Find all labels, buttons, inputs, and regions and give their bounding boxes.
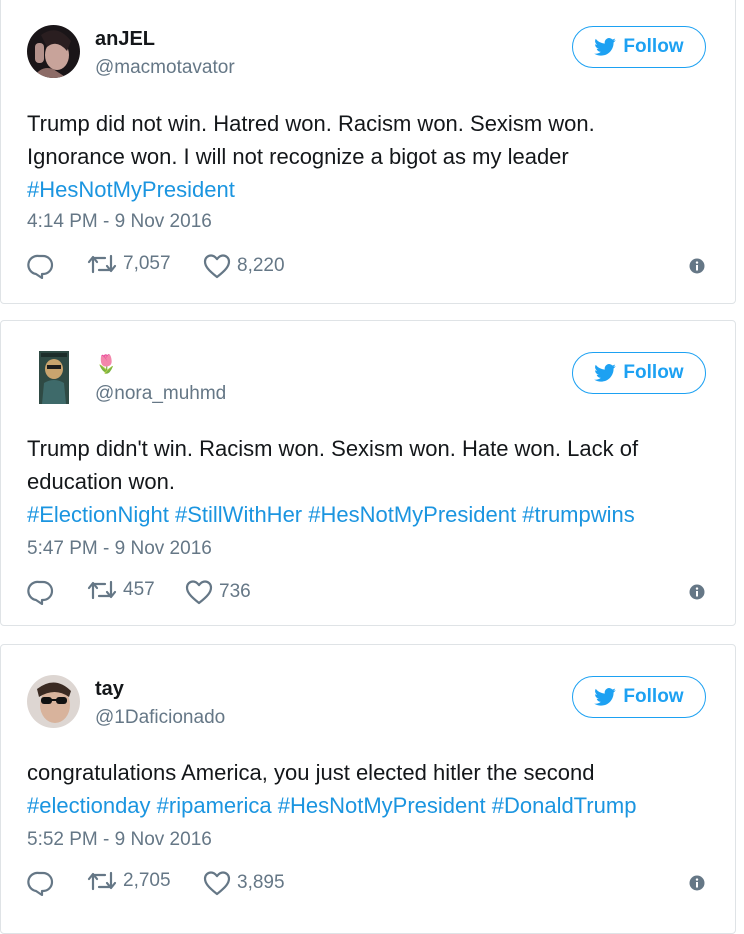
tweet-text-line: Trump didn't win. Racism won. Sexism won… — [27, 436, 639, 461]
hashtag-row: #ElectionNight #StillWithHer #HesNotMyPr… — [27, 498, 707, 531]
tweet-text: Trump did not win. Hatred won. Racism wo… — [27, 107, 707, 206]
tweet-card: tay @1Daficionado Follow congratulations… — [0, 644, 736, 934]
tweet-text: Trump didn't win. Racism won. Sexism won… — [27, 432, 707, 531]
follow-button[interactable]: Follow — [572, 676, 706, 718]
retweet-icon — [87, 870, 117, 892]
tweet-text-line: Ignorance won. I will not recognize a bi… — [27, 144, 569, 169]
follow-button[interactable]: Follow — [572, 26, 706, 68]
hashtag-row: #electionday #ripamerica #HesNotMyPresid… — [27, 789, 707, 822]
follow-label: Follow — [623, 686, 684, 707]
hashtag-row: #HesNotMyPresident — [27, 173, 707, 206]
retweet-count: 457 — [123, 579, 155, 600]
avatar[interactable] — [27, 675, 80, 728]
retweet-icon — [87, 253, 117, 275]
like-button[interactable]: 3,895 — [203, 870, 285, 896]
tweet-actions: 7,057 8,220 — [27, 253, 717, 283]
avatar[interactable] — [27, 351, 80, 404]
tweet-actions: 457 736 — [27, 579, 717, 609]
hashtag-link[interactable]: #trumpwins — [522, 502, 634, 527]
tweet-text-line: congratulations America, you just electe… — [27, 760, 595, 785]
tweet-text-line: education won. — [27, 469, 175, 494]
twitter-bird-icon — [594, 38, 617, 56]
heart-icon — [203, 870, 231, 896]
reply-icon — [27, 579, 55, 605]
retweet-icon — [87, 579, 117, 601]
hashtag-link[interactable]: #HesNotMyPresident — [278, 793, 486, 818]
retweet-button[interactable]: 2,705 — [87, 870, 171, 892]
info-icon[interactable] — [689, 258, 705, 279]
tweet-actions: 2,705 3,895 — [27, 870, 717, 900]
hashtag-link[interactable]: #electionday — [27, 793, 151, 818]
reply-icon — [27, 870, 55, 896]
tweet-text-line: Trump did not win. Hatred won. Racism wo… — [27, 111, 595, 136]
tweet-card: 🌷 @nora_muhmd Follow Trump didn't win. R… — [0, 320, 736, 626]
reply-icon — [27, 253, 55, 279]
retweet-button[interactable]: 7,057 — [87, 253, 171, 275]
info-icon[interactable] — [689, 875, 705, 896]
user-handle[interactable]: @macmotavator — [95, 57, 235, 79]
like-count: 3,895 — [237, 872, 285, 893]
hashtag-link[interactable]: #HesNotMyPresident — [308, 502, 516, 527]
user-handle[interactable]: @1Daficionado — [95, 707, 225, 729]
user-handle[interactable]: @nora_muhmd — [95, 383, 226, 405]
display-name[interactable]: 🌷 — [95, 354, 117, 375]
hashtag-link[interactable]: #ripamerica — [157, 793, 272, 818]
tweet-timestamp[interactable]: 4:14 PM - 9 Nov 2016 — [27, 211, 212, 233]
tweet-text: congratulations America, you just electe… — [27, 756, 707, 822]
like-button[interactable]: 736 — [185, 579, 251, 605]
tweet-timestamp[interactable]: 5:47 PM - 9 Nov 2016 — [27, 538, 212, 560]
follow-button[interactable]: Follow — [572, 352, 706, 394]
reply-button[interactable] — [27, 253, 55, 279]
tweet-timestamp[interactable]: 5:52 PM - 9 Nov 2016 — [27, 829, 212, 851]
info-icon[interactable] — [689, 584, 705, 605]
like-count: 8,220 — [237, 255, 285, 276]
heart-icon — [203, 253, 231, 279]
like-count: 736 — [219, 581, 251, 602]
follow-label: Follow — [623, 36, 684, 57]
follow-label: Follow — [623, 362, 684, 383]
avatar[interactable] — [27, 25, 80, 78]
hashtag-link[interactable]: #HesNotMyPresident — [27, 177, 235, 202]
like-button[interactable]: 8,220 — [203, 253, 285, 279]
heart-icon — [185, 579, 213, 605]
twitter-bird-icon — [594, 688, 617, 706]
twitter-bird-icon — [594, 364, 617, 382]
reply-button[interactable] — [27, 870, 55, 896]
display-name[interactable]: anJEL — [95, 28, 155, 51]
retweet-count: 7,057 — [123, 253, 171, 274]
retweet-count: 2,705 — [123, 870, 171, 891]
hashtag-link[interactable]: #ElectionNight — [27, 502, 169, 527]
display-name[interactable]: tay — [95, 678, 124, 701]
reply-button[interactable] — [27, 579, 55, 605]
retweet-button[interactable]: 457 — [87, 579, 155, 601]
hashtag-link[interactable]: #DonaldTrump — [492, 793, 637, 818]
tweet-card: anJEL @macmotavator Follow Trump did not… — [0, 0, 736, 304]
hashtag-link[interactable]: #StillWithHer — [175, 502, 302, 527]
